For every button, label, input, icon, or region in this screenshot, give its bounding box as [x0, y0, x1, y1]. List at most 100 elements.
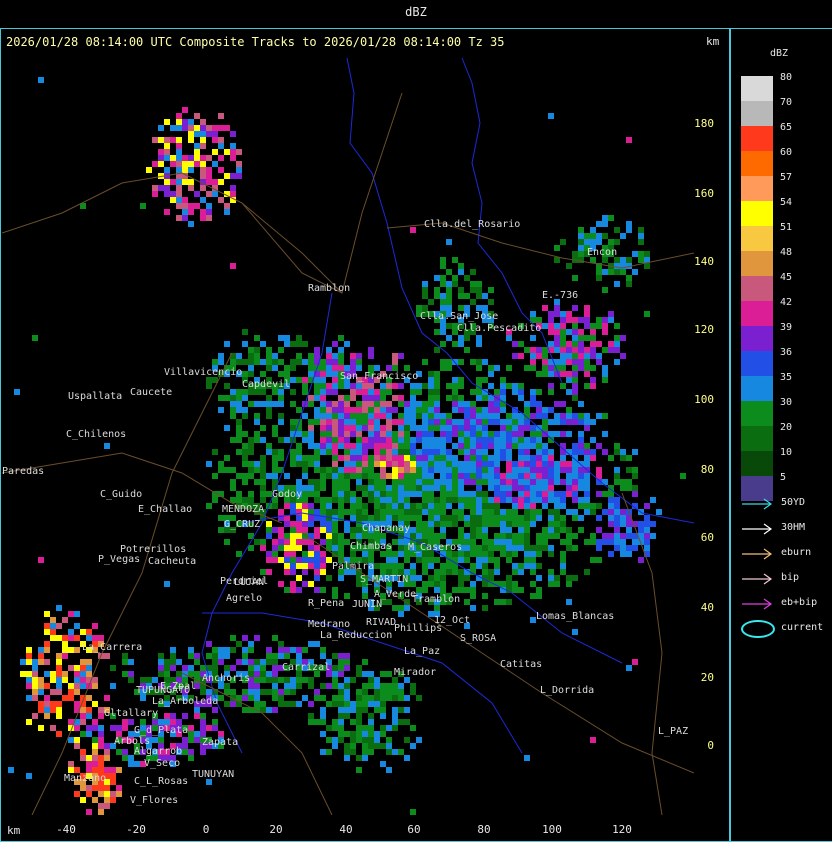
radar-echo-cell	[638, 233, 644, 239]
radar-echo-cell	[614, 227, 620, 233]
radar-echo-cell	[548, 509, 554, 515]
radar-echo-cell	[188, 647, 194, 653]
radar-echo-cell	[554, 479, 560, 485]
radar-echo-cell	[140, 203, 146, 209]
radar-echo-cell	[218, 695, 224, 701]
radar-echo-cell	[152, 677, 158, 683]
legend-swatch	[741, 151, 773, 176]
radar-echo-cell	[386, 431, 392, 437]
radar-echo-cell	[368, 437, 374, 443]
radar-echo-cell	[506, 431, 512, 437]
radar-echo-cell	[422, 503, 428, 509]
radar-echo-cell	[290, 521, 296, 527]
radar-echo-cell	[212, 725, 218, 731]
radar-echo-cell	[296, 449, 302, 455]
radar-echo-cell	[578, 227, 584, 233]
radar-echo-cell	[278, 359, 284, 365]
radar-echo-cell	[236, 161, 242, 167]
radar-echo-cell	[476, 473, 482, 479]
radar-echo-cell	[56, 623, 62, 629]
radar-echo-cell	[626, 281, 632, 287]
radar-echo-cell	[440, 503, 446, 509]
radar-echo-cell	[338, 473, 344, 479]
radar-echo-cell	[440, 425, 446, 431]
legend-swatch-label: 30	[780, 397, 793, 408]
radar-echo-cell	[380, 485, 386, 491]
radar-echo-cell	[440, 419, 446, 425]
radar-echo-cell	[512, 521, 518, 527]
radar-echo-cell	[518, 479, 524, 485]
radar-echo-cell	[98, 791, 104, 797]
radar-echo-cell	[440, 461, 446, 467]
radar-echo-cell	[566, 509, 572, 515]
radar-echo-cell	[296, 545, 302, 551]
radar-echo-cell	[446, 425, 452, 431]
radar-echo-cell	[362, 725, 368, 731]
radar-echo-cell	[470, 545, 476, 551]
radar-echo-cell	[296, 587, 302, 593]
radar-echo-cell	[380, 725, 386, 731]
radar-echo-cell	[308, 563, 314, 569]
legend-swatch	[741, 76, 773, 101]
radar-echo-cell	[350, 353, 356, 359]
radar-echo-cell	[404, 515, 410, 521]
radar-echo-cell	[218, 179, 224, 185]
radar-echo-cell	[56, 731, 62, 737]
radar-echo-cell	[446, 293, 452, 299]
radar-echo-cell	[236, 659, 242, 665]
y-tick-label: 60	[700, 531, 714, 544]
place-label: Carrizal	[282, 662, 331, 673]
radar-echo-cell	[446, 359, 452, 365]
radar-echo-cell	[476, 503, 482, 509]
radar-echo-cell	[308, 419, 314, 425]
radar-echo-cell	[368, 389, 374, 395]
radar-echo-cell	[512, 515, 518, 521]
radar-echo-cell	[482, 593, 488, 599]
radar-echo-cell	[506, 479, 512, 485]
radar-echo-cell	[194, 203, 200, 209]
radar-echo-cell	[572, 629, 578, 635]
radar-echo-cell	[398, 479, 404, 485]
radar-echo-cell	[374, 473, 380, 479]
radar-echo-cell	[188, 203, 194, 209]
radar-echo-cell	[518, 389, 524, 395]
radar-echo-cell	[518, 503, 524, 509]
radar-echo-cell	[410, 515, 416, 521]
radar-echo-cell	[428, 575, 434, 581]
radar-echo-cell	[536, 467, 542, 473]
radar-echo-cell	[320, 389, 326, 395]
radar-echo-cell	[458, 587, 464, 593]
radar-echo-cell	[644, 533, 650, 539]
radar-echo-cell	[92, 677, 98, 683]
radar-echo-cell	[434, 503, 440, 509]
radar-echo-cell	[368, 431, 374, 437]
radar-echo-cell	[224, 647, 230, 653]
radar-echo-cell	[368, 467, 374, 473]
radar-echo-cell	[290, 461, 296, 467]
radar-echo-cell	[584, 353, 590, 359]
radar-echo-cell	[92, 755, 98, 761]
radar-echo-cell	[350, 749, 356, 755]
radar-echo-cell	[602, 533, 608, 539]
radar-echo-cell	[404, 473, 410, 479]
radar-echo-cell	[278, 413, 284, 419]
radar-echo-cell	[68, 647, 74, 653]
radar-echo-cell	[26, 773, 32, 779]
legend-swatch	[741, 426, 773, 451]
radar-echo-cell	[548, 521, 554, 527]
radar-echo-cell	[566, 461, 572, 467]
radar-echo-cell	[392, 491, 398, 497]
radar-map[interactable]: Clla.del_Rosario Encon E.-736 Ramblon Clla.S…	[2, 53, 694, 815]
radar-echo-cell	[362, 413, 368, 419]
radar-echo-cell	[302, 581, 308, 587]
radar-echo-cell	[314, 587, 320, 593]
x-tick-label: -20	[126, 823, 146, 836]
radar-echo-cell	[32, 713, 38, 719]
radar-echo-cell	[194, 125, 200, 131]
radar-echo-cell	[578, 335, 584, 341]
radar-echo-cell	[200, 137, 206, 143]
radar-echo-cell	[614, 545, 620, 551]
radar-echo-cell	[314, 395, 320, 401]
radar-echo-cell	[236, 551, 242, 557]
radar-echo-cell	[428, 473, 434, 479]
